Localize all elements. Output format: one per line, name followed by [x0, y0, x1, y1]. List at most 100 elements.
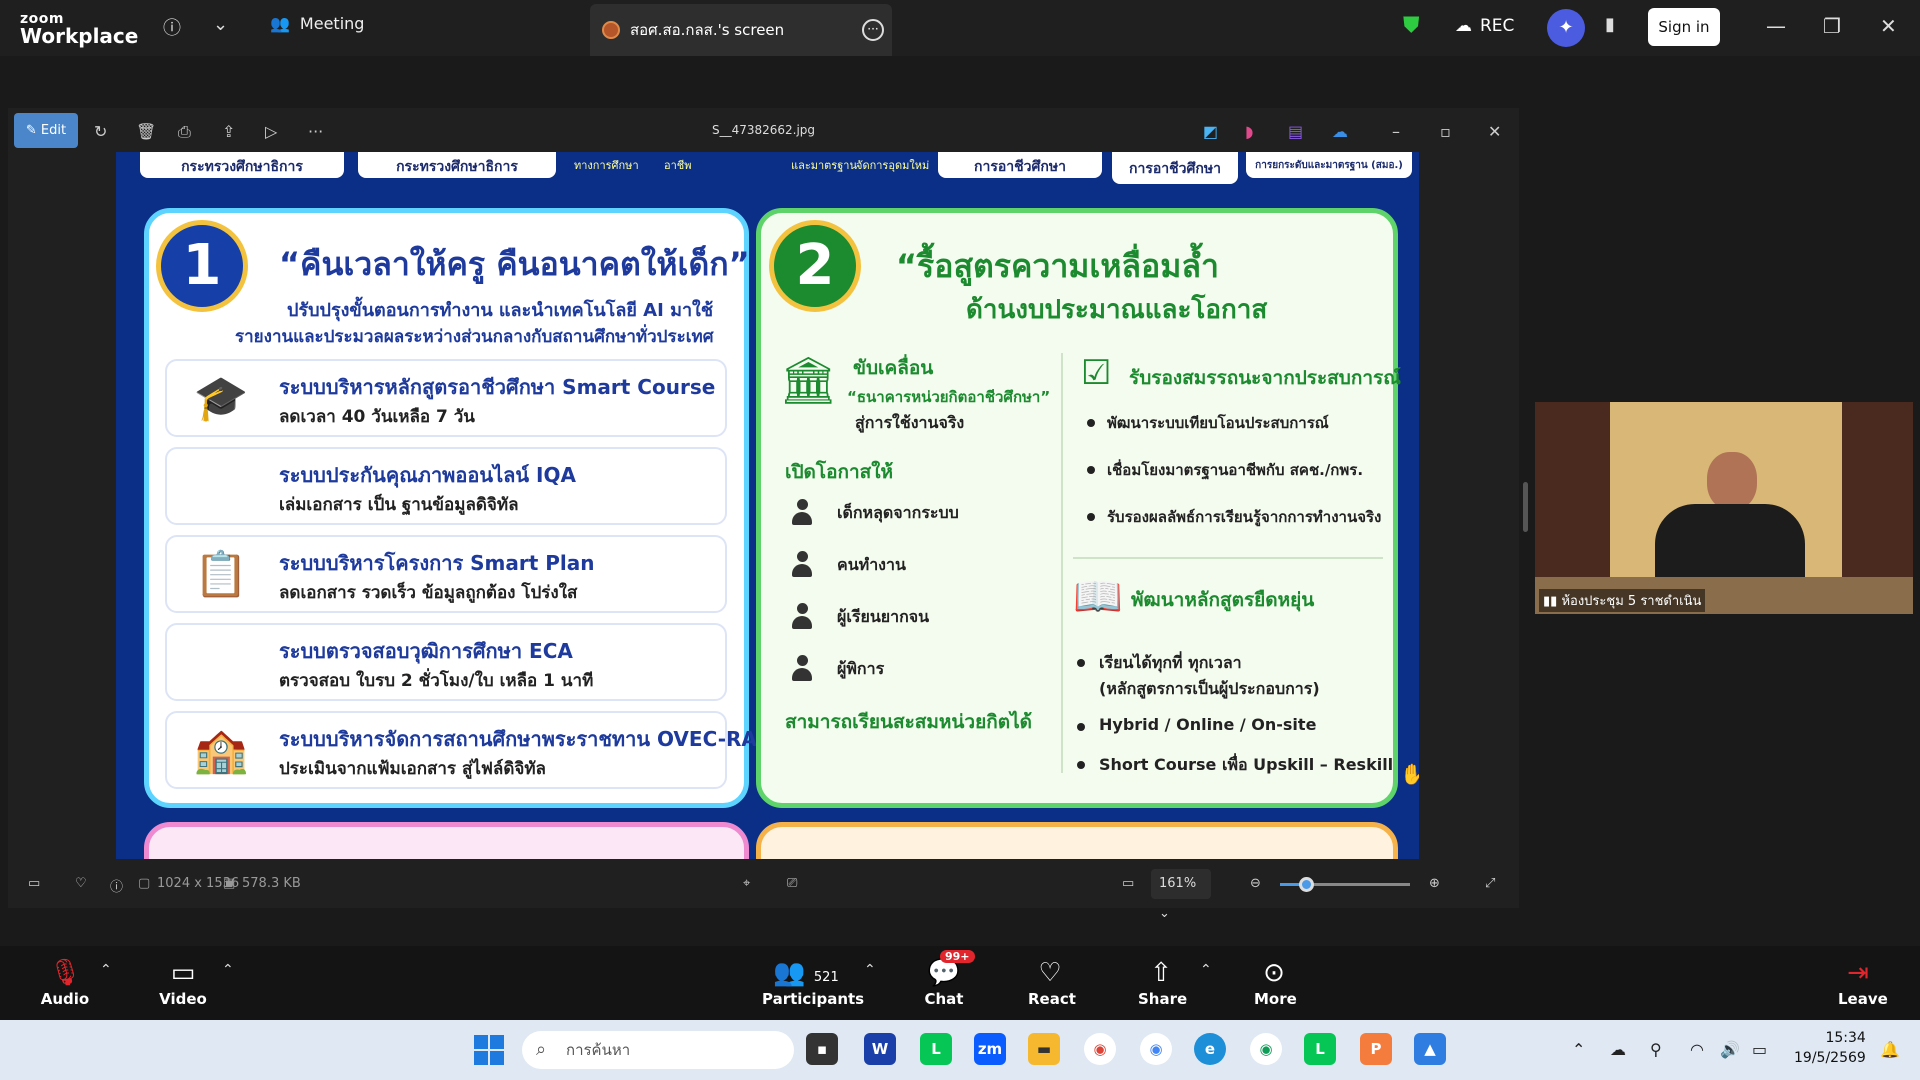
network-location-icon[interactable]: ⚲ — [1650, 1040, 1662, 1059]
edge-icon[interactable]: e — [1194, 1033, 1226, 1065]
share-button[interactable]: ⇧ Share — [1138, 958, 1187, 1008]
meeting-tab[interactable]: 👥 Meeting — [270, 14, 364, 33]
volume-icon[interactable]: 🔊 — [1720, 1040, 1740, 1059]
flex-item: Hybrid / Online / On-site — [1099, 715, 1317, 734]
drive-label: ขับเคลื่อน — [853, 357, 934, 379]
meeting-label: Meeting — [299, 14, 365, 33]
apps-icon[interactable]: ▮ — [1605, 14, 1615, 35]
designer-icon[interactable]: ◩ — [1203, 122, 1218, 141]
clock-date: 19/5/2569 — [1794, 1050, 1866, 1066]
zoom-out-icon[interactable]: ⊖ — [1250, 876, 1261, 891]
cloud-recording-indicator[interactable]: ☁ REC — [1455, 16, 1514, 36]
filmstrip-icon[interactable]: ▭ — [28, 876, 40, 891]
paint-icon[interactable]: ◗ — [1245, 122, 1253, 141]
notifications-icon[interactable]: 🔔 — [1880, 1040, 1900, 1059]
share-options-icon[interactable]: ⌃ — [1200, 962, 1212, 978]
leave-icon: ⇥ — [1847, 958, 1869, 988]
viewer-close-icon[interactable]: ✕ — [1488, 122, 1501, 141]
taskbar-search[interactable]: ⌕ การค้นหา — [522, 1031, 794, 1069]
participants-label: Participants — [762, 990, 865, 1008]
panel-1-subtitle: รายงานและประมวลผลระหว่างส่วนกลางกับสถานศ… — [235, 327, 714, 347]
panel-2-title: “รื้อสูตรความเหลื่อมล้ำ — [896, 247, 1219, 285]
share-stage: ✎ Edit ↻ 🗑 ⎙ ⇪ ▷ ··· S__47382662.jpg ◩ ◗… — [0, 56, 1920, 946]
participant-name: ห้องประชุม 5 ราชดำเนิน — [1561, 594, 1702, 609]
audio-button[interactable]: 🎙 Audio — [40, 958, 90, 1008]
fit-window-icon[interactable]: ▭ — [1122, 876, 1134, 891]
system-row: 🏫 ระบบบริหารจัดการสถานศึกษาพระราชทาน OVE… — [165, 711, 757, 789]
panel-2-hdivider — [1073, 557, 1383, 559]
photos-icon[interactable]: ▲ — [1414, 1033, 1446, 1065]
more-options-icon[interactable]: ··· — [862, 19, 884, 41]
bullet — [1077, 761, 1085, 769]
minimize-icon[interactable]: — — [1766, 14, 1786, 38]
open-book-icon: 📖 — [1073, 574, 1123, 620]
line-icon[interactable]: L — [920, 1033, 952, 1065]
clipchamp-icon[interactable]: ▤ — [1288, 122, 1303, 141]
fullscreen-icon[interactable]: ⤢ — [1485, 876, 1495, 891]
battery-icon[interactable]: ▭ — [1752, 1040, 1767, 1059]
video-label: Video — [159, 990, 207, 1008]
zoom-slider-knob[interactable] — [1299, 877, 1314, 892]
panel-2-number: 2 — [769, 220, 861, 312]
close-icon[interactable]: ✕ — [1880, 14, 1897, 38]
info-icon[interactable]: ⓘ — [163, 14, 181, 40]
file-info-icon[interactable]: ⓘ — [110, 876, 123, 895]
document-clock-icon: 🗒 — [193, 637, 249, 688]
start-icon[interactable] — [474, 1035, 504, 1065]
zoom-app-icon[interactable]: zm — [974, 1033, 1006, 1065]
task-view-icon[interactable]: ▪ — [806, 1033, 838, 1065]
chrome-icon[interactable]: ◉ — [1084, 1033, 1116, 1065]
participant-video-tile[interactable]: ▮▮ ห้องประชุม 5 ราชดำเนิน — [1535, 402, 1913, 614]
windows-taskbar: ⌕ การค้นหา ▪ W L zm ▬ ◉ ◉ e ◉ L P ▲ ⌃ ☁ … — [0, 1020, 1920, 1080]
chevron-down-icon[interactable]: ⌄ — [213, 14, 228, 35]
favorite-icon[interactable]: ♡ — [75, 876, 87, 891]
search-placeholder: การค้นหา — [566, 1041, 631, 1059]
bullet — [1087, 513, 1095, 521]
accumulate-credit-label: สามารถเรียนสะสมหน่วยกิตได้ — [785, 711, 1032, 733]
share-screen-icon: ⇧ — [1150, 958, 1172, 988]
taskbar-clock[interactable]: 15:34 19/5/2569 — [1794, 1028, 1866, 1068]
pdf-icon[interactable]: P — [1360, 1033, 1392, 1065]
video-button[interactable]: ▭ Video — [158, 958, 208, 1008]
visual-search-icon[interactable]: ⌖ — [743, 876, 750, 891]
chrome-profile-icon[interactable]: ◉ — [1140, 1033, 1172, 1065]
line-alt-icon[interactable]: L — [1304, 1033, 1336, 1065]
ai-companion-icon[interactable]: ✦ — [1547, 9, 1585, 47]
sign-in-button[interactable]: Sign in — [1648, 8, 1720, 46]
zoom-in-icon[interactable]: ⊕ — [1429, 876, 1440, 891]
onedrive-icon[interactable]: ☁ — [1332, 122, 1348, 141]
shield-icon[interactable]: ⛊ — [1403, 13, 1420, 38]
panel-3-peek — [144, 822, 749, 859]
viewer-minimize-icon[interactable]: – — [1392, 122, 1400, 141]
onedrive-tray-icon[interactable]: ☁ — [1610, 1040, 1626, 1059]
row-subtitle: เล่มเอกสาร เป็น ฐานข้อมูลดิจิทัล — [279, 495, 519, 515]
file-size: 578.3 KB — [242, 876, 301, 891]
file-explorer-icon[interactable]: ▬ — [1028, 1033, 1060, 1065]
more-button[interactable]: ⊙ More — [1254, 958, 1297, 1008]
app-w-icon[interactable]: W — [864, 1033, 896, 1065]
participants-button[interactable]: 👥 521 Participants — [762, 958, 865, 1008]
wifi-icon[interactable]: ◠ — [1690, 1040, 1704, 1059]
chat-button[interactable]: 💬 99+ Chat — [924, 950, 975, 1008]
flex-item: เรียนได้ทุกที่ ทุกเวลา — [1099, 653, 1242, 672]
audio-options-icon[interactable]: ⌃ — [100, 962, 112, 978]
zoom-level-dropdown[interactable]: 161% ⌄ — [1151, 869, 1211, 921]
video-options-icon[interactable]: ⌃ — [222, 962, 234, 978]
cert-item: รับรองผลลัพธ์การเรียนรู้จากการทำงานจริง — [1107, 508, 1382, 526]
viewer-maximize-icon[interactable]: ▫ — [1440, 122, 1451, 141]
dimensions-icon: ▢ — [138, 876, 151, 891]
screen-share-tab[interactable]: สอศ.สอ.กลส.'s screen ··· — [590, 4, 892, 56]
text-scan-icon[interactable]: ⎚ — [787, 876, 797, 891]
tray-overflow-icon[interactable]: ⌃ — [1572, 1040, 1585, 1059]
system-row: 🖥 ระบบประกันคุณภาพออนไลน์ IQA เล่มเอกสาร… — [165, 447, 727, 525]
chrome-alt-icon[interactable]: ◉ — [1250, 1033, 1282, 1065]
zoom-slider[interactable] — [1280, 877, 1410, 892]
panel-resize-handle[interactable] — [1523, 482, 1528, 532]
restore-icon[interactable]: ❐ — [1823, 14, 1841, 38]
use-label: สู่การใช้งานจริง — [855, 413, 965, 432]
react-button[interactable]: ♡ React — [1028, 958, 1076, 1008]
leave-button[interactable]: ⇥ Leave — [1838, 958, 1888, 1008]
rec-label: REC — [1480, 16, 1515, 36]
participants-options-icon[interactable]: ⌃ — [864, 962, 876, 978]
row-title: ระบบบริหารจัดการสถานศึกษาพระราชทาน OVEC-… — [279, 727, 757, 751]
